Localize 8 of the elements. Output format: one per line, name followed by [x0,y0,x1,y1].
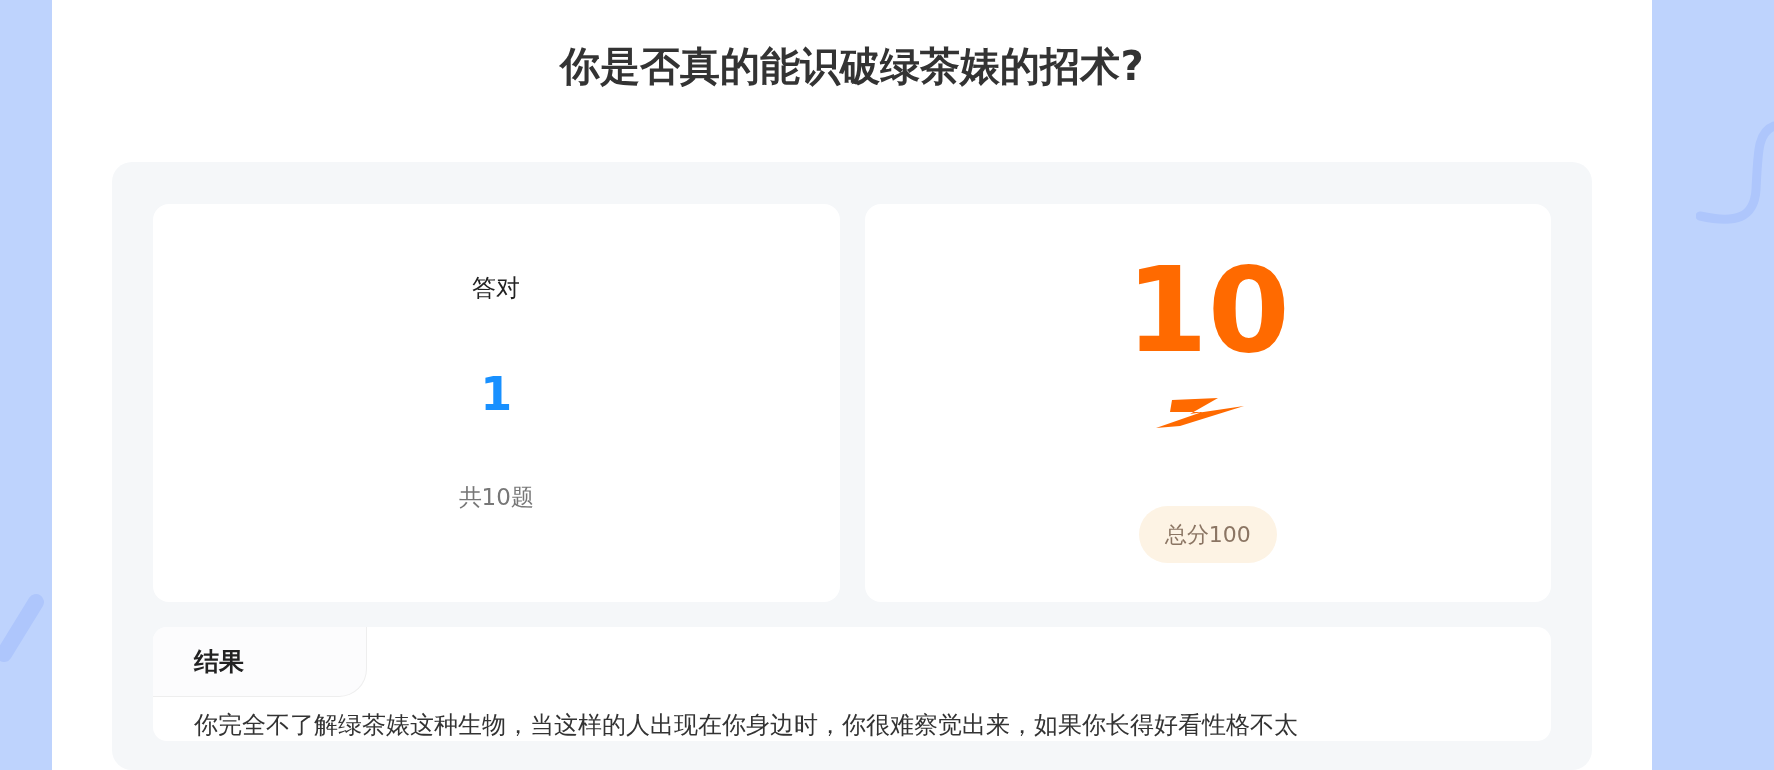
score-value: 10 [1125,250,1290,370]
result-description: 你完全不了解绿茶婊这种生物，当这样的人出现在你身边时，你很难察觉出来，如果你长得好看性格不太 [193,710,1299,741]
correct-label: 答对 [472,273,521,304]
question-total: 共10题 [458,483,534,512]
total-score-pill: 总分100 [1138,506,1277,563]
quiz-title: 你是否真的能识破绿茶婊的招术? [560,42,1144,91]
correct-count: 1 [480,366,513,422]
result-tab[interactable]: 结果 [153,627,367,697]
